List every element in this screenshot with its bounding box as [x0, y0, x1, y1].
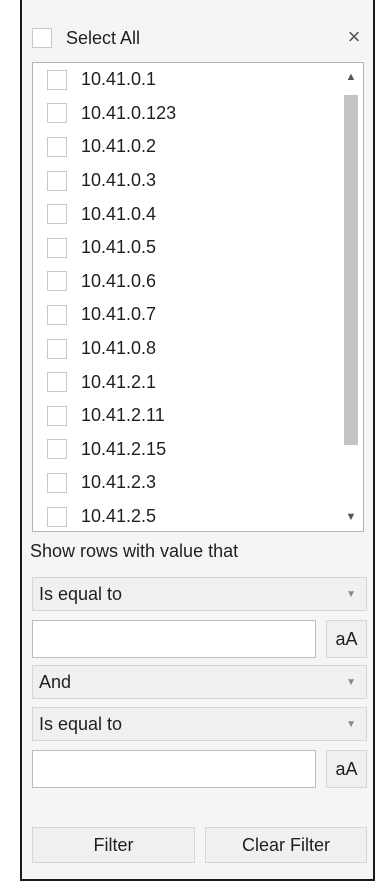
item-label: 10.41.0.3 — [81, 170, 157, 191]
value-1-input[interactable] — [32, 620, 316, 658]
item-checkbox[interactable] — [47, 204, 67, 225]
item-label: 10.41.0.1 — [81, 69, 157, 90]
item-label: 10.41.0.4 — [81, 203, 157, 224]
select-all-row[interactable]: Select All — [32, 26, 140, 50]
list-item[interactable]: 10.41.0.123 — [33, 97, 339, 131]
item-checkbox[interactable] — [47, 237, 67, 258]
close-icon[interactable]: × — [343, 24, 365, 49]
filter-button[interactable]: Filter — [32, 827, 195, 863]
list-item[interactable]: 10.41.2.15 — [33, 433, 339, 467]
item-checkbox[interactable] — [47, 372, 67, 393]
item-checkbox[interactable] — [47, 69, 67, 90]
item-checkbox[interactable] — [47, 338, 67, 359]
list-item[interactable]: 10.41.2.1 — [33, 365, 339, 399]
logic-value: And — [39, 671, 72, 692]
list-item[interactable]: 10.41.0.7 — [33, 298, 339, 332]
item-label: 10.41.2.5 — [81, 506, 157, 527]
item-label: 10.41.2.1 — [81, 371, 157, 392]
list-item[interactable]: 10.41.0.6 — [33, 265, 339, 299]
operator-1-value: Is equal to — [39, 583, 123, 604]
item-label: 10.41.0.5 — [81, 237, 157, 258]
match-case-2-button[interactable]: aA — [326, 750, 367, 788]
item-checkbox[interactable] — [47, 439, 67, 460]
item-checkbox[interactable] — [47, 405, 67, 426]
item-checkbox[interactable] — [47, 506, 67, 527]
logic-dropdown[interactable]: And ▼ — [32, 665, 367, 699]
item-label: 10.41.2.3 — [81, 472, 157, 493]
item-label: 10.41.0.2 — [81, 136, 157, 157]
show-rows-caption: Show rows with value that — [30, 541, 239, 561]
list-scrollbar[interactable]: ▲ ▼ — [339, 63, 363, 531]
item-checkbox[interactable] — [47, 103, 67, 124]
list-item[interactable]: 10.41.0.8 — [33, 332, 339, 366]
item-checkbox[interactable] — [47, 271, 67, 292]
match-case-1-button[interactable]: aA — [326, 620, 367, 658]
list-item[interactable]: 10.41.2.11 — [33, 399, 339, 433]
item-checkbox[interactable] — [47, 136, 67, 157]
item-label: 10.41.2.15 — [81, 438, 167, 459]
list-item[interactable]: 10.41.2.3 — [33, 466, 339, 500]
item-checkbox[interactable] — [47, 170, 67, 191]
scroll-up-arrow-icon[interactable]: ▲ — [339, 65, 363, 89]
item-label: 10.41.0.7 — [81, 304, 157, 325]
select-all-label: Select All — [66, 27, 141, 48]
item-checkbox[interactable] — [47, 304, 67, 325]
item-label: 10.41.0.8 — [81, 338, 157, 359]
list-item[interactable]: 10.41.0.1 — [33, 63, 339, 97]
item-label: 10.41.0.6 — [81, 270, 157, 291]
values-list-items: 10.41.0.1 10.41.0.123 10.41.0.2 10.41.0.… — [33, 63, 339, 531]
operator-2-dropdown[interactable]: Is equal to ▼ — [32, 707, 367, 741]
chevron-down-icon: ▼ — [346, 589, 356, 600]
filter-popup: Select All × 10.41.0.1 10.41.0.123 10.41… — [20, 0, 375, 881]
list-item[interactable]: 10.41.0.2 — [33, 130, 339, 164]
list-item[interactable]: 10.41.2.5 — [33, 500, 339, 531]
chevron-down-icon: ▼ — [346, 677, 356, 688]
list-item[interactable]: 10.41.0.3 — [33, 164, 339, 198]
list-item[interactable]: 10.41.0.4 — [33, 197, 339, 231]
item-label: 10.41.0.123 — [81, 102, 177, 123]
scroll-thumb[interactable] — [344, 95, 358, 445]
operator-1-dropdown[interactable]: Is equal to ▼ — [32, 577, 367, 611]
select-all-checkbox[interactable] — [32, 28, 52, 48]
item-checkbox[interactable] — [47, 472, 67, 493]
operator-2-value: Is equal to — [39, 713, 123, 734]
value-2-input[interactable] — [32, 750, 316, 788]
values-list[interactable]: 10.41.0.1 10.41.0.123 10.41.0.2 10.41.0.… — [32, 62, 364, 532]
clear-filter-button[interactable]: Clear Filter — [205, 827, 367, 863]
scroll-down-arrow-icon[interactable]: ▼ — [339, 505, 363, 529]
chevron-down-icon: ▼ — [346, 719, 356, 730]
item-label: 10.41.2.11 — [81, 405, 165, 426]
list-item[interactable]: 10.41.0.5 — [33, 231, 339, 265]
